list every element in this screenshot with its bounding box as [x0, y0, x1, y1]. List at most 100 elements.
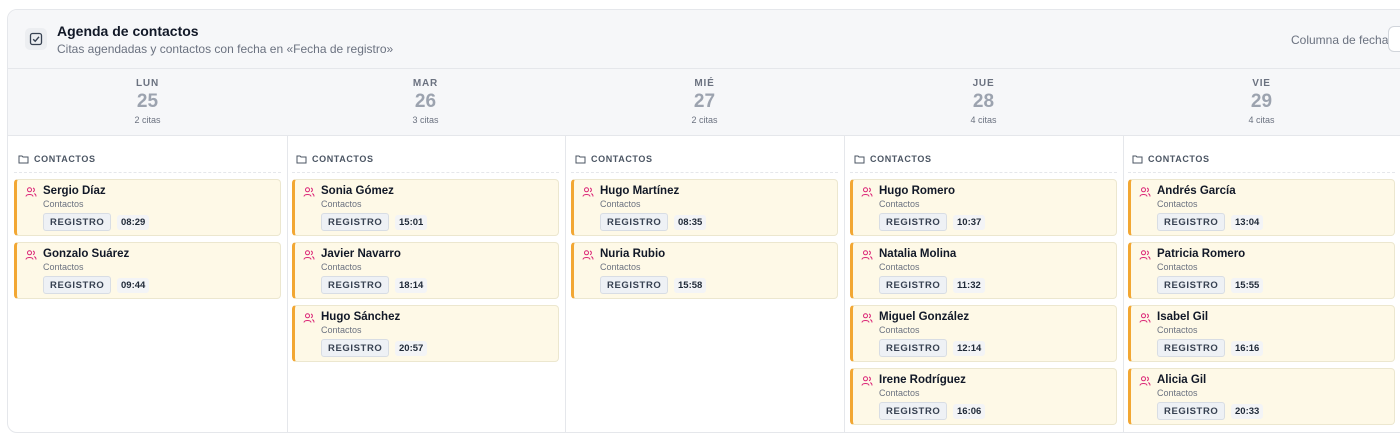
day-column: VIE 29 4 citas CONTACTOS Andrés García C…	[1122, 69, 1400, 432]
contact-card[interactable]: Javier Navarro Contactos REGISTRO 18:14	[292, 242, 559, 299]
contact-card[interactable]: Irene Rodríguez Contactos REGISTRO 16:06	[850, 368, 1117, 425]
day-name: VIE	[1252, 78, 1271, 89]
day-appointment-count: 3 citas	[412, 115, 439, 125]
registro-badge: REGISTRO	[321, 339, 390, 357]
day-header: LUN 25 2 citas	[8, 69, 287, 136]
day-body: CONTACTOS Hugo Romero Contactos REGISTRO	[844, 146, 1123, 425]
contact-card[interactable]: Gonzalo Suárez Contactos REGISTRO 09:44	[14, 242, 281, 299]
contact-card[interactable]: Sergio Díaz Contactos REGISTRO 08:29	[14, 179, 281, 236]
registro-badge: REGISTRO	[1157, 402, 1226, 420]
contact-time: 12:14	[953, 341, 986, 356]
registro-badge: REGISTRO	[600, 213, 669, 231]
folder-icon	[854, 155, 865, 164]
contact-card[interactable]: Natalia Molina Contactos REGISTRO 11:32	[850, 242, 1117, 299]
contact-name: Andrés García	[1157, 185, 1236, 197]
contact-card[interactable]: Isabel Gil Contactos REGISTRO 16:16	[1128, 305, 1395, 362]
contact-category: Contactos	[1157, 262, 1198, 272]
users-icon	[303, 187, 315, 197]
users-icon	[303, 250, 315, 260]
group-header: CONTACTOS	[292, 146, 559, 173]
date-column-label: Columna de fecha	[1291, 33, 1389, 47]
users-icon	[1139, 250, 1151, 260]
contact-time: 13:04	[1231, 215, 1264, 230]
contact-category: Contactos	[43, 199, 84, 209]
contact-category: Contactos	[600, 262, 641, 272]
day-column: JUE 28 4 citas CONTACTOS Hugo Romero Con…	[844, 69, 1124, 432]
contact-category: Contactos	[879, 388, 920, 398]
contact-time: 08:29	[117, 215, 150, 230]
folder-icon	[296, 155, 307, 164]
registro-badge: REGISTRO	[879, 276, 948, 294]
day-appointment-count: 2 citas	[691, 115, 718, 125]
users-icon	[582, 187, 594, 197]
group-label: CONTACTOS	[312, 154, 374, 164]
agenda-panel: Agenda de contactos Citas agendadas y co…	[7, 9, 1400, 433]
contact-name: Alicia Gil	[1157, 374, 1207, 386]
users-icon	[861, 250, 873, 260]
day-header: JUE 28 4 citas	[844, 69, 1123, 136]
group-label: CONTACTOS	[591, 154, 653, 164]
contact-card[interactable]: Alicia Gil Contactos REGISTRO 20:33	[1128, 368, 1395, 425]
contact-name: Irene Rodríguez	[879, 374, 966, 386]
contact-category: Contactos	[321, 325, 362, 335]
contact-category: Contactos	[879, 199, 920, 209]
users-icon	[861, 187, 873, 197]
registro-badge: REGISTRO	[1157, 213, 1226, 231]
day-number: 27	[693, 91, 716, 112]
day-body: CONTACTOS Andrés García Contactos REGIST…	[1122, 146, 1400, 425]
day-name: MAR	[412, 78, 439, 89]
users-icon	[1139, 187, 1151, 197]
contact-name: Miguel González	[879, 311, 970, 323]
registro-badge: REGISTRO	[321, 276, 390, 294]
group-label: CONTACTOS	[1148, 154, 1210, 164]
contact-time: 15:01	[395, 215, 428, 230]
contact-name: Patricia Romero	[1157, 248, 1246, 260]
contact-category: Contactos	[321, 199, 362, 209]
contact-card[interactable]: Hugo Romero Contactos REGISTRO 10:37	[850, 179, 1117, 236]
page-subtitle: Citas agendadas y contactos con fecha en…	[57, 42, 394, 56]
contact-name: Nuria Rubio	[600, 248, 666, 260]
group-header: CONTACTOS	[1128, 146, 1395, 173]
contact-time: 15:55	[1231, 278, 1264, 293]
group-header: CONTACTOS	[571, 146, 838, 173]
day-name: JUE	[972, 78, 995, 89]
day-column: MIÉ 27 2 citas CONTACTOS Hugo Martínez C…	[565, 69, 845, 432]
contact-card[interactable]: Hugo Martínez Contactos REGISTRO 08:35	[571, 179, 838, 236]
contact-time: 10:37	[953, 215, 986, 230]
group-label: CONTACTOS	[34, 154, 96, 164]
contact-card[interactable]: Nuria Rubio Contactos REGISTRO 15:58	[571, 242, 838, 299]
contact-time: 18:14	[395, 278, 428, 293]
users-icon	[25, 250, 37, 260]
contact-time: 20:33	[1231, 404, 1264, 419]
date-column-select[interactable]	[1388, 26, 1400, 52]
day-body: CONTACTOS Hugo Martínez Contactos REGIST…	[565, 146, 844, 299]
contact-time: 16:06	[953, 404, 986, 419]
contact-time: 16:16	[1231, 341, 1264, 356]
contact-time: 20:57	[395, 341, 428, 356]
folder-icon	[18, 155, 29, 164]
registro-badge: REGISTRO	[1157, 339, 1226, 357]
users-icon	[303, 313, 315, 323]
contact-name: Gonzalo Suárez	[43, 248, 130, 260]
contact-category: Contactos	[600, 199, 641, 209]
contact-card[interactable]: Miguel González Contactos REGISTRO 12:14	[850, 305, 1117, 362]
day-appointment-count: 2 citas	[134, 115, 161, 125]
contact-name: Javier Navarro	[321, 248, 401, 260]
contact-time: 08:35	[674, 215, 707, 230]
contact-card[interactable]: Hugo Sánchez Contactos REGISTRO 20:57	[292, 305, 559, 362]
day-column: MAR 26 3 citas CONTACTOS Sonia Gómez Con…	[286, 69, 566, 432]
registro-badge: REGISTRO	[879, 339, 948, 357]
day-header: MAR 26 3 citas	[286, 69, 565, 136]
week-columns: LUN 25 2 citas CONTACTOS Sergio Díaz Con…	[8, 69, 1400, 432]
contact-time: 15:58	[674, 278, 707, 293]
contact-card[interactable]: Sonia Gómez Contactos REGISTRO 15:01	[292, 179, 559, 236]
day-column: LUN 25 2 citas CONTACTOS Sergio Díaz Con…	[8, 69, 288, 432]
contact-time: 11:32	[953, 278, 985, 293]
contact-card[interactable]: Patricia Romero Contactos REGISTRO 15:55	[1128, 242, 1395, 299]
contact-name: Sonia Gómez	[321, 185, 394, 197]
day-appointment-count: 4 citas	[970, 115, 997, 125]
users-icon	[1139, 313, 1151, 323]
contact-card[interactable]: Andrés García Contactos REGISTRO 13:04	[1128, 179, 1395, 236]
contact-name: Hugo Romero	[879, 185, 956, 197]
registro-badge: REGISTRO	[321, 213, 390, 231]
